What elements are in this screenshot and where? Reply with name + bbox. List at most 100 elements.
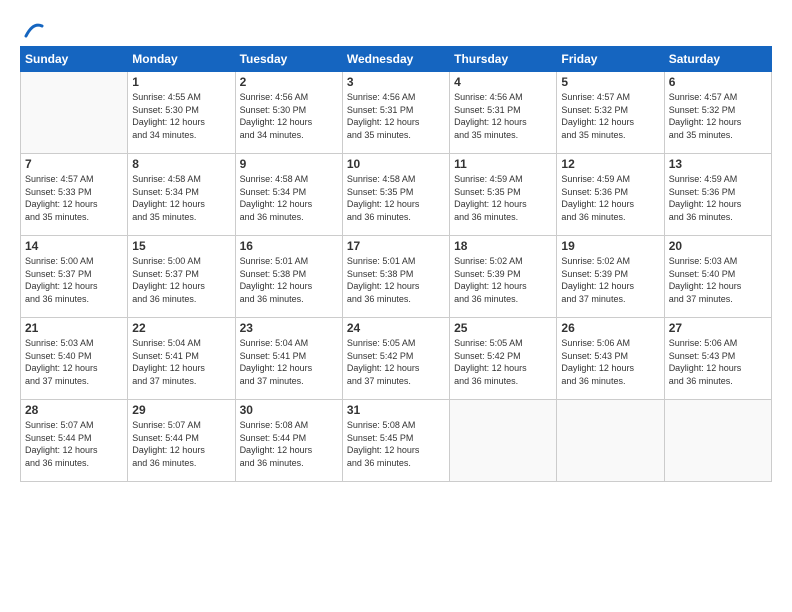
day-info: Sunrise: 4:56 AM Sunset: 5:31 PM Dayligh…	[454, 91, 552, 141]
header	[20, 18, 772, 36]
day-info: Sunrise: 5:08 AM Sunset: 5:45 PM Dayligh…	[347, 419, 445, 469]
day-info: Sunrise: 4:57 AM Sunset: 5:32 PM Dayligh…	[561, 91, 659, 141]
days-header-row: SundayMondayTuesdayWednesdayThursdayFrid…	[21, 47, 772, 72]
day-info: Sunrise: 5:00 AM Sunset: 5:37 PM Dayligh…	[25, 255, 123, 305]
day-number: 2	[240, 75, 338, 89]
day-header-sunday: Sunday	[21, 47, 128, 72]
day-number: 9	[240, 157, 338, 171]
calendar-cell: 28Sunrise: 5:07 AM Sunset: 5:44 PM Dayli…	[21, 400, 128, 482]
calendar-cell: 3 Sunrise: 4:56 AM Sunset: 5:31 PM Daylig…	[342, 72, 449, 154]
calendar-cell: 30Sunrise: 5:08 AM Sunset: 5:44 PM Dayli…	[235, 400, 342, 482]
calendar-cell: 23 Sunrise: 5:04 AM Sunset: 5:41 PM Dayli…	[235, 318, 342, 400]
calendar-cell: 4 Sunrise: 4:56 AM Sunset: 5:31 PM Daylig…	[450, 72, 557, 154]
day-number: 22	[132, 321, 230, 335]
day-number: 12	[561, 157, 659, 171]
calendar-cell: 6 Sunrise: 4:57 AM Sunset: 5:32 PM Daylig…	[664, 72, 771, 154]
day-header-tuesday: Tuesday	[235, 47, 342, 72]
calendar-cell	[450, 400, 557, 482]
day-number: 11	[454, 157, 552, 171]
calendar-cell: 18Sunrise: 5:02 AM Sunset: 5:39 PM Dayli…	[450, 236, 557, 318]
page: SundayMondayTuesdayWednesdayThursdayFrid…	[0, 0, 792, 612]
day-number: 4	[454, 75, 552, 89]
day-header-friday: Friday	[557, 47, 664, 72]
calendar-cell	[557, 400, 664, 482]
day-number: 7	[25, 157, 123, 171]
calendar-cell: 29Sunrise: 5:07 AM Sunset: 5:44 PM Dayli…	[128, 400, 235, 482]
calendar-cell	[664, 400, 771, 482]
calendar-cell: 17 Sunrise: 5:01 AM Sunset: 5:38 PM Dayli…	[342, 236, 449, 318]
day-info: Sunrise: 4:56 AM Sunset: 5:30 PM Dayligh…	[240, 91, 338, 141]
day-number: 3	[347, 75, 445, 89]
day-header-wednesday: Wednesday	[342, 47, 449, 72]
calendar-cell: 20Sunrise: 5:03 AM Sunset: 5:40 PM Dayli…	[664, 236, 771, 318]
day-info: Sunrise: 4:58 AM Sunset: 5:35 PM Dayligh…	[347, 173, 445, 223]
calendar-cell: 24Sunrise: 5:05 AM Sunset: 5:42 PM Dayli…	[342, 318, 449, 400]
day-header-saturday: Saturday	[664, 47, 771, 72]
day-number: 24	[347, 321, 445, 335]
day-info: Sunrise: 4:58 AM Sunset: 5:34 PM Dayligh…	[240, 173, 338, 223]
calendar-cell: 1 Sunrise: 4:55 AM Sunset: 5:30 PM Daylig…	[128, 72, 235, 154]
calendar-cell	[21, 72, 128, 154]
week-row-2: 14 Sunrise: 5:00 AM Sunset: 5:37 PM Dayli…	[21, 236, 772, 318]
week-row-3: 21 Sunrise: 5:03 AM Sunset: 5:40 PM Dayli…	[21, 318, 772, 400]
day-number: 31	[347, 403, 445, 417]
day-info: Sunrise: 4:59 AM Sunset: 5:35 PM Dayligh…	[454, 173, 552, 223]
logo-icon	[22, 18, 44, 40]
day-number: 18	[454, 239, 552, 253]
day-number: 29	[132, 403, 230, 417]
day-info: Sunrise: 5:07 AM Sunset: 5:44 PM Dayligh…	[25, 419, 123, 469]
day-number: 5	[561, 75, 659, 89]
week-row-0: 1 Sunrise: 4:55 AM Sunset: 5:30 PM Daylig…	[21, 72, 772, 154]
day-info: Sunrise: 5:00 AM Sunset: 5:37 PM Dayligh…	[132, 255, 230, 305]
day-info: Sunrise: 5:06 AM Sunset: 5:43 PM Dayligh…	[669, 337, 767, 387]
week-row-4: 28Sunrise: 5:07 AM Sunset: 5:44 PM Dayli…	[21, 400, 772, 482]
day-number: 27	[669, 321, 767, 335]
day-number: 16	[240, 239, 338, 253]
calendar-cell: 2 Sunrise: 4:56 AM Sunset: 5:30 PM Daylig…	[235, 72, 342, 154]
day-number: 1	[132, 75, 230, 89]
day-number: 23	[240, 321, 338, 335]
calendar-cell: 10 Sunrise: 4:58 AM Sunset: 5:35 PM Dayli…	[342, 154, 449, 236]
calendar-cell: 8 Sunrise: 4:58 AM Sunset: 5:34 PM Daylig…	[128, 154, 235, 236]
calendar-cell: 14 Sunrise: 5:00 AM Sunset: 5:37 PM Dayli…	[21, 236, 128, 318]
calendar-cell: 22 Sunrise: 5:04 AM Sunset: 5:41 PM Dayli…	[128, 318, 235, 400]
day-number: 21	[25, 321, 123, 335]
day-info: Sunrise: 5:04 AM Sunset: 5:41 PM Dayligh…	[132, 337, 230, 387]
calendar: SundayMondayTuesdayWednesdayThursdayFrid…	[20, 46, 772, 482]
day-number: 17	[347, 239, 445, 253]
day-info: Sunrise: 5:01 AM Sunset: 5:38 PM Dayligh…	[347, 255, 445, 305]
calendar-cell: 27 Sunrise: 5:06 AM Sunset: 5:43 PM Dayli…	[664, 318, 771, 400]
day-number: 19	[561, 239, 659, 253]
calendar-cell: 13Sunrise: 4:59 AM Sunset: 5:36 PM Dayli…	[664, 154, 771, 236]
day-number: 10	[347, 157, 445, 171]
calendar-cell: 16 Sunrise: 5:01 AM Sunset: 5:38 PM Dayli…	[235, 236, 342, 318]
day-info: Sunrise: 4:57 AM Sunset: 5:32 PM Dayligh…	[669, 91, 767, 141]
calendar-cell: 21 Sunrise: 5:03 AM Sunset: 5:40 PM Dayli…	[21, 318, 128, 400]
day-info: Sunrise: 5:01 AM Sunset: 5:38 PM Dayligh…	[240, 255, 338, 305]
day-info: Sunrise: 4:55 AM Sunset: 5:30 PM Dayligh…	[132, 91, 230, 141]
calendar-cell: 19Sunrise: 5:02 AM Sunset: 5:39 PM Dayli…	[557, 236, 664, 318]
day-info: Sunrise: 4:59 AM Sunset: 5:36 PM Dayligh…	[669, 173, 767, 223]
calendar-cell: 7 Sunrise: 4:57 AM Sunset: 5:33 PM Daylig…	[21, 154, 128, 236]
calendar-cell: 15 Sunrise: 5:00 AM Sunset: 5:37 PM Dayli…	[128, 236, 235, 318]
day-number: 25	[454, 321, 552, 335]
day-info: Sunrise: 4:58 AM Sunset: 5:34 PM Dayligh…	[132, 173, 230, 223]
day-number: 14	[25, 239, 123, 253]
day-info: Sunrise: 4:57 AM Sunset: 5:33 PM Dayligh…	[25, 173, 123, 223]
calendar-cell: 31 Sunrise: 5:08 AM Sunset: 5:45 PM Dayli…	[342, 400, 449, 482]
day-header-monday: Monday	[128, 47, 235, 72]
day-info: Sunrise: 4:59 AM Sunset: 5:36 PM Dayligh…	[561, 173, 659, 223]
day-number: 6	[669, 75, 767, 89]
day-info: Sunrise: 5:04 AM Sunset: 5:41 PM Dayligh…	[240, 337, 338, 387]
day-info: Sunrise: 4:56 AM Sunset: 5:31 PM Dayligh…	[347, 91, 445, 141]
calendar-cell: 11 Sunrise: 4:59 AM Sunset: 5:35 PM Dayli…	[450, 154, 557, 236]
day-number: 15	[132, 239, 230, 253]
logo	[20, 18, 44, 36]
day-number: 26	[561, 321, 659, 335]
calendar-cell: 26Sunrise: 5:06 AM Sunset: 5:43 PM Dayli…	[557, 318, 664, 400]
day-number: 8	[132, 157, 230, 171]
calendar-cell: 12 Sunrise: 4:59 AM Sunset: 5:36 PM Dayli…	[557, 154, 664, 236]
day-number: 20	[669, 239, 767, 253]
day-info: Sunrise: 5:03 AM Sunset: 5:40 PM Dayligh…	[25, 337, 123, 387]
calendar-cell: 5 Sunrise: 4:57 AM Sunset: 5:32 PM Daylig…	[557, 72, 664, 154]
